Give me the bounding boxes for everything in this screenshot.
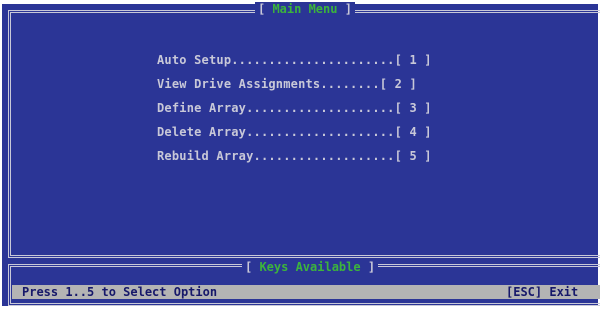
menu-item-key: [ 4 ] — [394, 125, 432, 139]
esc-exit-key[interactable]: [ESC] Exit — [506, 285, 578, 299]
main-menu-title-text: Main Menu — [272, 2, 338, 16]
menu-item-dots: ................... — [253, 149, 395, 163]
main-menu-title: [ Main Menu ] — [255, 2, 355, 16]
bios-screen: [ Main Menu ] Auto Setup................… — [0, 0, 600, 310]
menu-item-dots: .................... — [246, 101, 395, 115]
menu-item-define-array[interactable]: Define Array....................[ 3 ] — [157, 100, 432, 124]
menu-item-view-drive-assignments[interactable]: View Drive Assignments........[ 2 ] — [157, 76, 432, 100]
menu-item-delete-array[interactable]: Delete Array....................[ 4 ] — [157, 124, 432, 148]
menu-item-dots: ........ — [320, 77, 380, 91]
main-menu-list: Auto Setup......................[ 1 ] Vi… — [157, 52, 432, 172]
menu-item-label: Delete Array — [157, 125, 247, 139]
menu-item-label: Define Array — [157, 101, 247, 115]
status-bar: Press 1..5 to Select Option [ESC] Exit — [12, 285, 600, 299]
menu-item-label: Auto Setup — [157, 53, 232, 67]
menu-item-key: [ 1 ] — [394, 53, 432, 67]
menu-item-key: [ 3 ] — [394, 101, 432, 115]
keys-available-title: [ Keys Available ] — [242, 260, 379, 274]
menu-item-label: View Drive Assignments — [157, 77, 321, 91]
menu-item-dots: ...................... — [231, 53, 395, 67]
menu-item-auto-setup[interactable]: Auto Setup......................[ 1 ] — [157, 52, 432, 76]
keys-available-title-text: Keys Available — [259, 260, 361, 274]
menu-item-dots: .................... — [246, 125, 395, 139]
menu-item-key: [ 5 ] — [394, 149, 432, 163]
menu-item-key: [ 2 ] — [379, 77, 417, 91]
select-option-hint: Press 1..5 to Select Option — [22, 285, 218, 299]
menu-item-label: Rebuild Array — [157, 149, 254, 163]
menu-item-rebuild-array[interactable]: Rebuild Array...................[ 5 ] — [157, 148, 432, 172]
